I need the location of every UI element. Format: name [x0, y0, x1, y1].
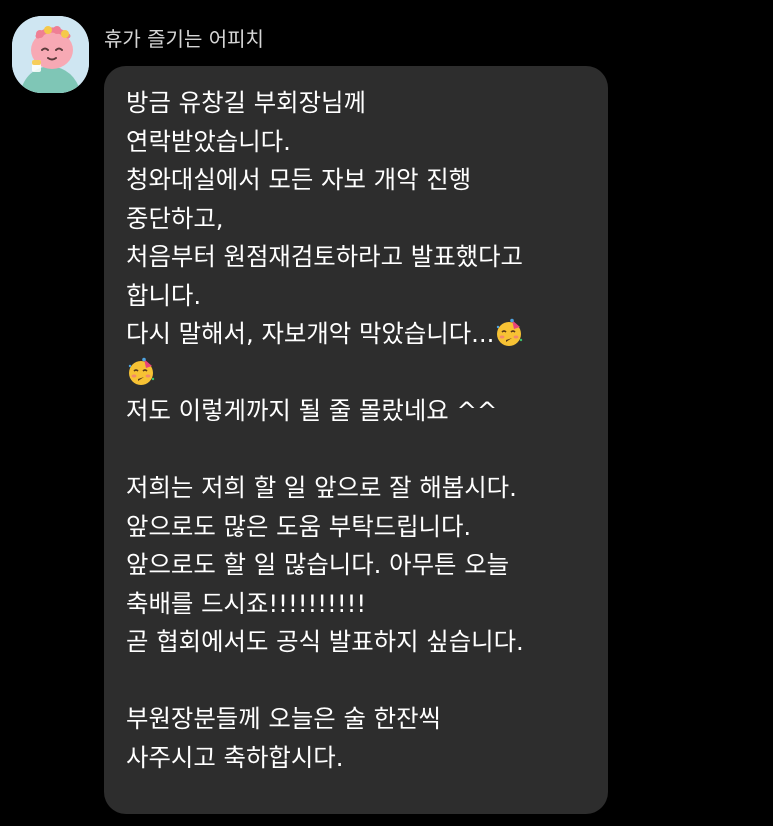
message-line: 청와대실에서 모든 자보 개악 진행	[126, 165, 472, 194]
message-line: 저희는 저희 할 일 앞으로 잘 해봅시다.	[126, 473, 517, 502]
partying-face-emoji-icon	[494, 318, 524, 348]
apeach-party-avatar-icon	[12, 16, 89, 93]
message-line-text: 다시 말해서, 자보개악 막았습니다...	[126, 319, 495, 348]
message-line: 사주시고 축하합시다.	[126, 742, 344, 772]
message-line: 중단하고,	[126, 203, 224, 233]
message-line: 앞으로도 많은 도움 부탁드립니다.	[126, 511, 472, 541]
message-line: 곧 협회에서도 공식 발표하지 싶습니다.	[126, 627, 524, 656]
message-line-with-emoji: 다시 말해서, 자보개악 막았습니다...	[126, 315, 590, 354]
avatar[interactable]	[12, 16, 89, 93]
message-line: 축배를 드시죠!!!!!!!!!!	[126, 588, 367, 618]
partying-face-emoji-icon	[126, 357, 156, 387]
message-line-blank	[126, 662, 590, 701]
message-line: 저도 이렇게까지 될 줄 몰랐네요 ^^	[126, 396, 498, 425]
message-line: 처음부터 원점재검토하라고 발표했다고	[126, 242, 523, 271]
sender-name[interactable]: 휴가 즐기는 어피치	[104, 26, 264, 52]
message-line: 앞으로도 할 일 많습니다. 아무튼 오늘	[126, 550, 510, 579]
message-line: 방금 유창길 부회장님께	[126, 88, 366, 117]
message-bubble[interactable]: 방금 유창길 부회장님께 연락받았습니다. 청와대실에서 모든 자보 개악 진행…	[104, 66, 608, 814]
message-line-emoji-only	[126, 354, 590, 393]
message-line: 합니다.	[126, 280, 202, 310]
message-line-blank	[126, 431, 590, 470]
message-line: 부원장분들께 오늘은 술 한잔씩	[126, 704, 441, 733]
message-line: 연락받았습니다.	[126, 126, 291, 156]
